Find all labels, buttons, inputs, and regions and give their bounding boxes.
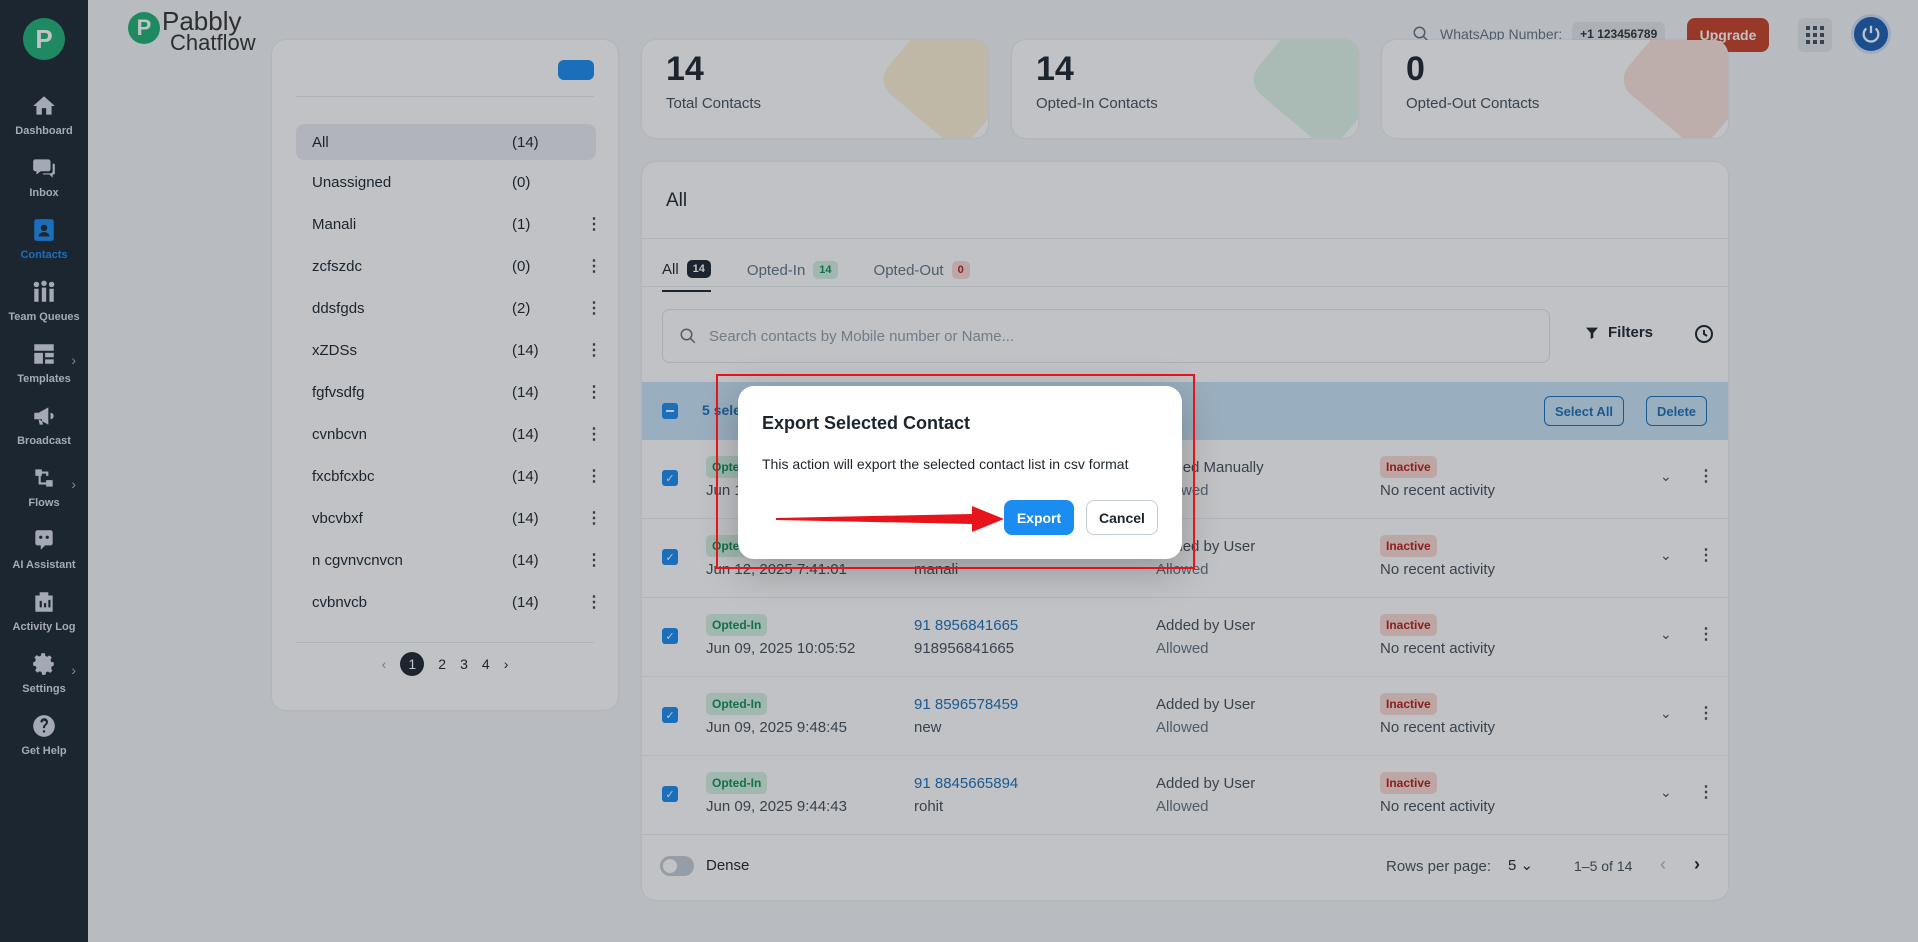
annotation-highlight-box: [716, 374, 1195, 569]
annotation-arrow-icon: [776, 506, 1004, 532]
